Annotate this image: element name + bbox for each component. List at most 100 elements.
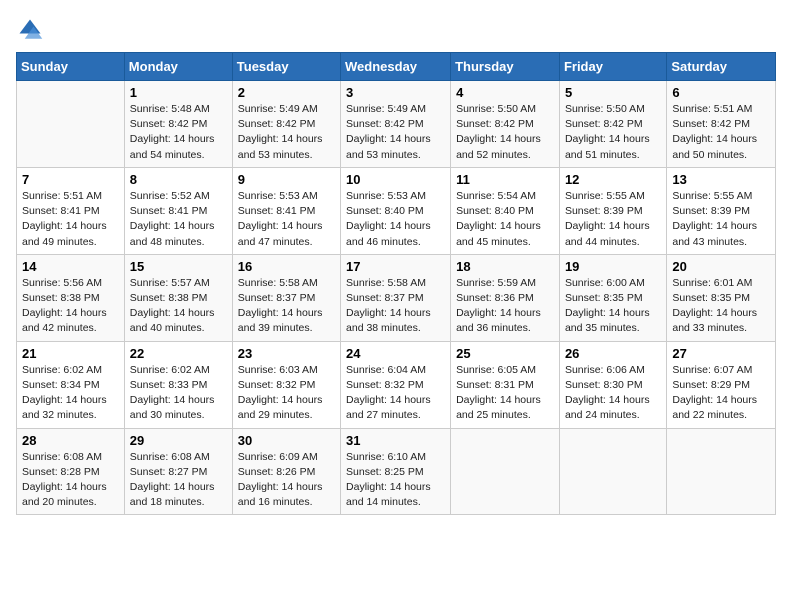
calendar-cell: 2 Sunrise: 5:49 AM Sunset: 8:42 PM Daylig…	[232, 81, 340, 168]
calendar-cell: 20 Sunrise: 6:01 AM Sunset: 8:35 PM Dayli…	[667, 254, 776, 341]
column-header-wednesday: Wednesday	[341, 53, 451, 81]
calendar-cell: 31 Sunrise: 6:10 AM Sunset: 8:25 PM Dayli…	[341, 428, 451, 515]
day-info: Sunrise: 5:53 AM Sunset: 8:40 PM Dayligh…	[346, 189, 445, 250]
day-number: 13	[672, 172, 770, 187]
day-number: 27	[672, 346, 770, 361]
calendar-cell	[559, 428, 666, 515]
calendar-cell: 3 Sunrise: 5:49 AM Sunset: 8:42 PM Daylig…	[341, 81, 451, 168]
calendar-cell: 28Sunrise: 6:08 AM Sunset: 8:28 PM Dayli…	[17, 428, 125, 515]
calendar-cell: 29 Sunrise: 6:08 AM Sunset: 8:27 PM Dayli…	[124, 428, 232, 515]
day-number: 3	[346, 85, 445, 100]
column-header-thursday: Thursday	[451, 53, 560, 81]
page-header	[16, 16, 776, 44]
day-number: 10	[346, 172, 445, 187]
day-info: Sunrise: 5:52 AM Sunset: 8:41 PM Dayligh…	[130, 189, 227, 250]
day-info: Sunrise: 6:08 AM Sunset: 8:27 PM Dayligh…	[130, 450, 227, 511]
calendar-cell: 14 Sunrise: 5:56 AM Sunset: 8:38 PM Dayli…	[17, 254, 125, 341]
day-number: 30	[238, 433, 335, 448]
calendar-cell: 21 Sunrise: 6:02 AM Sunset: 8:34 PM Dayli…	[17, 341, 125, 428]
day-info: Sunrise: 5:54 AM Sunset: 8:40 PM Dayligh…	[456, 189, 554, 250]
day-number: 21	[22, 346, 119, 361]
logo	[16, 16, 48, 44]
week-row-4: 21 Sunrise: 6:02 AM Sunset: 8:34 PM Dayli…	[17, 341, 776, 428]
calendar-cell: 1Sunrise: 5:48 AM Sunset: 8:42 PM Daylig…	[124, 81, 232, 168]
column-header-monday: Monday	[124, 53, 232, 81]
day-info: Sunrise: 5:53 AM Sunset: 8:41 PM Dayligh…	[238, 189, 335, 250]
day-number: 18	[456, 259, 554, 274]
column-header-sunday: Sunday	[17, 53, 125, 81]
calendar-cell: 9 Sunrise: 5:53 AM Sunset: 8:41 PM Daylig…	[232, 167, 340, 254]
day-number: 25	[456, 346, 554, 361]
calendar-cell: 17Sunrise: 5:58 AM Sunset: 8:37 PM Dayli…	[341, 254, 451, 341]
day-number: 15	[130, 259, 227, 274]
calendar-cell: 10 Sunrise: 5:53 AM Sunset: 8:40 PM Dayli…	[341, 167, 451, 254]
calendar-body: 1Sunrise: 5:48 AM Sunset: 8:42 PM Daylig…	[17, 81, 776, 515]
day-info: Sunrise: 5:49 AM Sunset: 8:42 PM Dayligh…	[346, 102, 445, 163]
calendar-cell: 5Sunrise: 5:50 AM Sunset: 8:42 PM Daylig…	[559, 81, 666, 168]
day-number: 12	[565, 172, 661, 187]
day-info: Sunrise: 6:05 AM Sunset: 8:31 PM Dayligh…	[456, 363, 554, 424]
column-header-friday: Friday	[559, 53, 666, 81]
calendar-cell: 22 Sunrise: 6:02 AM Sunset: 8:33 PM Dayli…	[124, 341, 232, 428]
column-header-tuesday: Tuesday	[232, 53, 340, 81]
day-number: 20	[672, 259, 770, 274]
day-info: Sunrise: 5:57 AM Sunset: 8:38 PM Dayligh…	[130, 276, 227, 337]
day-info: Sunrise: 5:55 AM Sunset: 8:39 PM Dayligh…	[672, 189, 770, 250]
day-number: 22	[130, 346, 227, 361]
calendar-cell: 11 Sunrise: 5:54 AM Sunset: 8:40 PM Dayli…	[451, 167, 560, 254]
day-number: 17	[346, 259, 445, 274]
week-row-1: 1Sunrise: 5:48 AM Sunset: 8:42 PM Daylig…	[17, 81, 776, 168]
day-number: 14	[22, 259, 119, 274]
calendar-cell	[17, 81, 125, 168]
day-info: Sunrise: 5:48 AM Sunset: 8:42 PM Dayligh…	[130, 102, 227, 163]
day-info: Sunrise: 6:01 AM Sunset: 8:35 PM Dayligh…	[672, 276, 770, 337]
calendar-cell: 13 Sunrise: 5:55 AM Sunset: 8:39 PM Dayli…	[667, 167, 776, 254]
day-number: 11	[456, 172, 554, 187]
day-info: Sunrise: 6:02 AM Sunset: 8:34 PM Dayligh…	[22, 363, 119, 424]
day-info: Sunrise: 5:51 AM Sunset: 8:41 PM Dayligh…	[22, 189, 119, 250]
day-number: 2	[238, 85, 335, 100]
day-info: Sunrise: 6:07 AM Sunset: 8:29 PM Dayligh…	[672, 363, 770, 424]
day-number: 26	[565, 346, 661, 361]
day-info: Sunrise: 6:10 AM Sunset: 8:25 PM Dayligh…	[346, 450, 445, 511]
calendar-cell: 26 Sunrise: 6:06 AM Sunset: 8:30 PM Dayli…	[559, 341, 666, 428]
day-number: 24	[346, 346, 445, 361]
week-row-2: 7 Sunrise: 5:51 AM Sunset: 8:41 PM Daylig…	[17, 167, 776, 254]
day-number: 7	[22, 172, 119, 187]
day-info: Sunrise: 5:51 AM Sunset: 8:42 PM Dayligh…	[672, 102, 770, 163]
calendar-cell: 6 Sunrise: 5:51 AM Sunset: 8:42 PM Daylig…	[667, 81, 776, 168]
week-row-3: 14 Sunrise: 5:56 AM Sunset: 8:38 PM Dayli…	[17, 254, 776, 341]
day-info: Sunrise: 6:02 AM Sunset: 8:33 PM Dayligh…	[130, 363, 227, 424]
calendar-cell: 30 Sunrise: 6:09 AM Sunset: 8:26 PM Dayli…	[232, 428, 340, 515]
calendar-cell: 23Sunrise: 6:03 AM Sunset: 8:32 PM Dayli…	[232, 341, 340, 428]
day-number: 8	[130, 172, 227, 187]
day-info: Sunrise: 5:50 AM Sunset: 8:42 PM Dayligh…	[565, 102, 661, 163]
calendar-cell: 7 Sunrise: 5:51 AM Sunset: 8:41 PM Daylig…	[17, 167, 125, 254]
day-info: Sunrise: 5:56 AM Sunset: 8:38 PM Dayligh…	[22, 276, 119, 337]
day-info: Sunrise: 6:06 AM Sunset: 8:30 PM Dayligh…	[565, 363, 661, 424]
day-info: Sunrise: 5:58 AM Sunset: 8:37 PM Dayligh…	[238, 276, 335, 337]
day-number: 16	[238, 259, 335, 274]
day-info: Sunrise: 5:55 AM Sunset: 8:39 PM Dayligh…	[565, 189, 661, 250]
logo-icon	[16, 16, 44, 44]
day-info: Sunrise: 5:59 AM Sunset: 8:36 PM Dayligh…	[456, 276, 554, 337]
calendar-cell: 4Sunrise: 5:50 AM Sunset: 8:42 PM Daylig…	[451, 81, 560, 168]
calendar-cell: 19Sunrise: 6:00 AM Sunset: 8:35 PM Dayli…	[559, 254, 666, 341]
day-info: Sunrise: 6:08 AM Sunset: 8:28 PM Dayligh…	[22, 450, 119, 511]
calendar-cell: 27 Sunrise: 6:07 AM Sunset: 8:29 PM Dayli…	[667, 341, 776, 428]
calendar-header-row: SundayMondayTuesdayWednesdayThursdayFrid…	[17, 53, 776, 81]
day-number: 4	[456, 85, 554, 100]
day-info: Sunrise: 6:09 AM Sunset: 8:26 PM Dayligh…	[238, 450, 335, 511]
day-info: Sunrise: 5:49 AM Sunset: 8:42 PM Dayligh…	[238, 102, 335, 163]
column-header-saturday: Saturday	[667, 53, 776, 81]
day-number: 9	[238, 172, 335, 187]
calendar-cell	[667, 428, 776, 515]
calendar-cell: 8 Sunrise: 5:52 AM Sunset: 8:41 PM Daylig…	[124, 167, 232, 254]
day-number: 23	[238, 346, 335, 361]
calendar-cell: 15 Sunrise: 5:57 AM Sunset: 8:38 PM Dayli…	[124, 254, 232, 341]
calendar-cell: 25 Sunrise: 6:05 AM Sunset: 8:31 PM Dayli…	[451, 341, 560, 428]
day-number: 6	[672, 85, 770, 100]
day-number: 19	[565, 259, 661, 274]
day-number: 31	[346, 433, 445, 448]
day-number: 29	[130, 433, 227, 448]
